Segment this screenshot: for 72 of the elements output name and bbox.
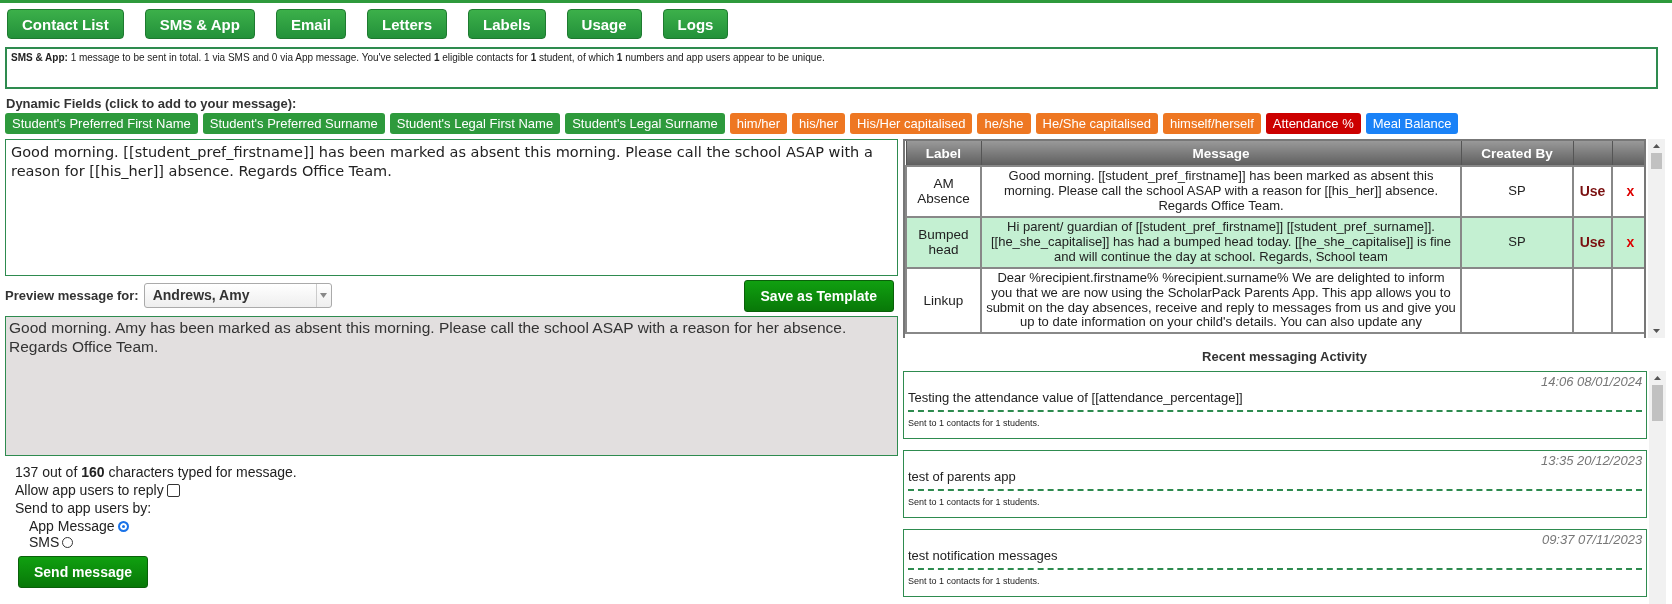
nav-button[interactable]: Labels bbox=[468, 9, 546, 39]
nav-button[interactable]: Letters bbox=[367, 9, 447, 39]
scroll-up-icon[interactable] bbox=[1653, 144, 1660, 148]
dynamic-field-button[interactable]: Student's Legal Surname bbox=[565, 113, 725, 134]
template-row[interactable] bbox=[906, 267, 1644, 334]
table-cell: SP bbox=[1461, 166, 1573, 217]
table-cell: SP bbox=[1461, 216, 1573, 268]
preview-label: Preview message for: bbox=[5, 287, 139, 303]
nav-button[interactable]: Contact List bbox=[7, 9, 124, 39]
save-template-button[interactable]: Save as Template bbox=[743, 280, 894, 312]
nav-button[interactable]: Email bbox=[275, 9, 346, 39]
radio-label: App Message bbox=[29, 518, 115, 534]
dynamic-field-button[interactable]: Meal Balance bbox=[1365, 113, 1459, 134]
dynamic-field-button[interactable]: Student's Preferred First Name bbox=[5, 113, 198, 134]
activity-message: test of parents app bbox=[908, 468, 1643, 491]
activity-message: test notification messages bbox=[908, 547, 1643, 570]
allow-reply-checkbox[interactable] bbox=[166, 483, 180, 497]
use-link[interactable]: Use bbox=[1579, 233, 1606, 250]
activity-message: Testing the attendance value of [[attendance_percentage]] bbox=[908, 389, 1643, 412]
recipient-dropdown[interactable]: Andrews, Amy bbox=[143, 282, 332, 308]
radio-button[interactable] bbox=[117, 520, 129, 532]
scrollbar[interactable] bbox=[1649, 371, 1666, 604]
activity-summary: Sent to 1 contacts for 1 students. bbox=[908, 417, 1041, 428]
use-link[interactable]: Use bbox=[1579, 182, 1606, 199]
template-row[interactable] bbox=[906, 216, 1644, 268]
template-row[interactable]: AM Absence Good morning. [[student_pref_firstname]] has been marked as absent this morning. Please call the school ASAP with a reason for [[his_her]] absence. Regards Office Team. SP Use x bbox=[906, 166, 1644, 217]
table-cell: Good morning. [[student_pref_firstname]] has been marked as absent this morning. Please call the school ASAP with a reason for [[his_her]] absence. Regards Office Team. bbox=[981, 166, 1461, 217]
scroll-down-icon[interactable] bbox=[1653, 329, 1660, 333]
nav-button[interactable]: SMS & App bbox=[144, 9, 255, 39]
caret-icon bbox=[320, 292, 328, 298]
table-cell: Bumped head bbox=[906, 216, 981, 268]
column-header: Message bbox=[981, 141, 1461, 166]
selection-summary: SMS & App: 1 message to be sent in total. 1 via SMS and 0 via App message. You've selected 1 eligible contacts for 1 student, of which 1 numbers and app users appear to be unique. bbox=[5, 47, 1658, 89]
dynamic-field-button[interactable]: Attendance % bbox=[1265, 113, 1361, 134]
table-cell: Hi parent/ guardian of [[student_pref_firstname]] [[student_pref_surname]]. [[he_she_capitalise]] has had a bumped head today. [[he_she_capitalise]] is fine and will continue the day at school. Regards, School team bbox=[981, 216, 1461, 268]
dynamic-field-button[interactable]: Student's Legal First Name bbox=[389, 113, 561, 134]
activity-time: 13:35 20/12/2023 bbox=[1539, 453, 1643, 468]
activity-summary: Sent to 1 contacts for 1 students. bbox=[908, 496, 1041, 507]
column-header: Created By bbox=[1461, 141, 1573, 166]
message-field[interactable]: Good morning. [[student_pref_firstname]] has been marked as absent this morning. Please call the school ASAP with a reason for [[his_her]] absence. Regards Office Team. bbox=[5, 139, 898, 276]
radio-label: SMS bbox=[29, 534, 60, 550]
send-by-label: Send to app users by: bbox=[15, 500, 153, 516]
dynamic-field-button[interactable]: himself/herself bbox=[1162, 113, 1261, 134]
scrollbar[interactable] bbox=[1648, 139, 1665, 338]
activity-time: 09:37 07/11/2023 bbox=[1540, 532, 1643, 547]
nav-button[interactable]: Logs bbox=[662, 9, 729, 39]
table-cell: AM Absence bbox=[906, 166, 981, 217]
dynamic-field-button[interactable]: him/her bbox=[729, 113, 788, 134]
delete-link[interactable]: x bbox=[1626, 233, 1635, 250]
activity-summary: Sent to 1 contacts for 1 students. bbox=[908, 575, 1041, 586]
allow-reply-label: Allow app users to reply bbox=[15, 482, 164, 498]
dynamic-field-button[interactable]: Student's Preferred Surname bbox=[202, 113, 385, 134]
delete-link[interactable]: x bbox=[1626, 182, 1635, 199]
table-cell: Linkup bbox=[906, 267, 981, 334]
scroll-thumb[interactable] bbox=[1652, 385, 1664, 421]
nav-button[interactable]: Usage bbox=[566, 9, 642, 39]
send-message-button[interactable]: Send message bbox=[18, 556, 149, 588]
dynamic-field-button[interactable]: He/She capitalised bbox=[1035, 113, 1158, 134]
dynamic-field-button[interactable]: his/her bbox=[792, 113, 846, 134]
table-cell: Dear %recipient.firstname% %recipient.surname% We are delighted to inform you that we are now using the ScholarPack Parents App. This app allows you to submit on the day absences, receive and reply to messages from us and give you up to date information on your child's details. You can also update any bbox=[981, 267, 1461, 334]
scroll-up-icon[interactable] bbox=[1654, 376, 1662, 380]
dynamic-fields-label: Dynamic Fields (click to add to your message): bbox=[6, 96, 298, 111]
activity-time: 14:06 08/01/2024 bbox=[1539, 374, 1643, 389]
character-counter: 137 out of 160 characters typed for message. bbox=[15, 464, 298, 480]
activity-title: Recent messaging Activity bbox=[1201, 349, 1368, 364]
dynamic-field-button[interactable]: he/she bbox=[977, 113, 1031, 134]
scroll-thumb[interactable] bbox=[1651, 153, 1662, 169]
radio-button[interactable] bbox=[62, 536, 74, 548]
dynamic-field-button[interactable]: His/Her capitalised bbox=[850, 113, 973, 134]
column-header: Label bbox=[906, 141, 981, 166]
table-cell bbox=[1573, 267, 1612, 334]
message-preview: Good morning. Amy has been marked as absent this morning. Please call the school ASAP with a reason for her absence. Regards Office Team. bbox=[5, 316, 898, 456]
